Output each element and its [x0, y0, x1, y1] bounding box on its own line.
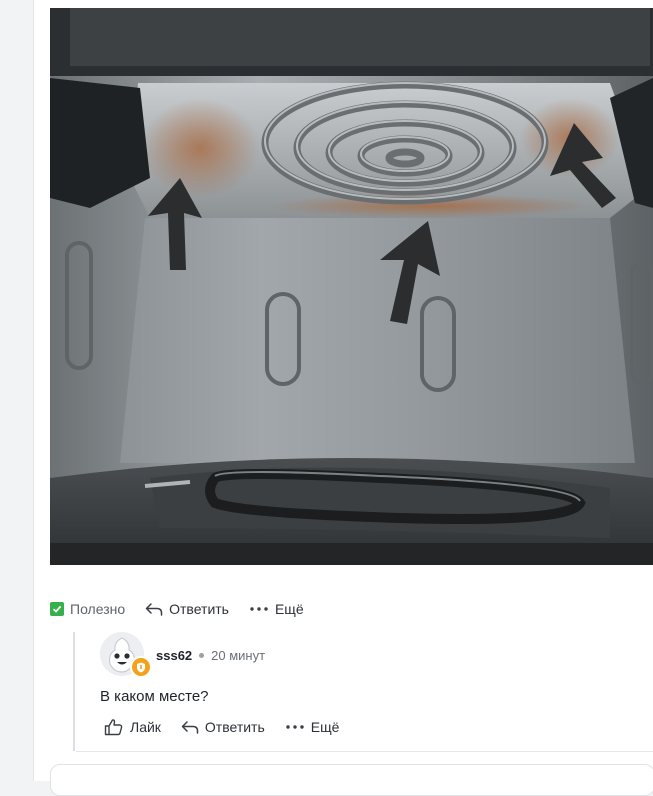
more-label: Ещё [274, 601, 304, 617]
reply-arrow-icon [145, 602, 163, 616]
useful-label: Полезно [70, 601, 126, 617]
author-name[interactable]: sss62 [156, 648, 192, 663]
more-dots-icon [249, 606, 269, 612]
post-photo[interactable] [50, 8, 653, 565]
checkbox-checked-icon [50, 602, 64, 616]
like-label: Лайк [130, 719, 161, 735]
more-button[interactable]: Ещё [249, 601, 304, 617]
post-actions-bar: Полезно Ответить Ещё [50, 596, 324, 622]
useful-toggle[interactable]: Полезно [50, 601, 125, 617]
more-dots-icon [285, 724, 305, 730]
reply-meta: sss62 20 минут [156, 648, 265, 663]
avatar[interactable] [100, 632, 152, 678]
reply-actions-bar: Лайк Ответить Ещё [104, 718, 359, 736]
reply-arrow-icon [181, 720, 199, 734]
oven-interior-image [50, 8, 653, 565]
like-button[interactable]: Лайк [104, 718, 161, 736]
reply-more-label: Ещё [310, 719, 340, 735]
content-area: Полезно Ответить Ещё sss62 20 минут В ка… [34, 0, 653, 796]
reply-reply-label: Ответить [204, 719, 265, 735]
reply-label: Ответить [169, 601, 229, 617]
reply-text: В каком месте? [100, 688, 209, 705]
separator-dot [199, 653, 205, 658]
next-comment-box[interactable] [50, 764, 653, 796]
thread-line [73, 632, 75, 751]
reply-reply-button[interactable]: Ответить [181, 719, 265, 735]
reply-more-button[interactable]: Ещё [285, 719, 340, 735]
left-rail [0, 0, 34, 781]
reply-button[interactable]: Ответить [145, 601, 229, 617]
section-divider [76, 751, 653, 752]
like-hand-icon [104, 718, 124, 736]
badge-shield-icon [130, 656, 152, 678]
reply-time: 20 минут [211, 648, 266, 663]
